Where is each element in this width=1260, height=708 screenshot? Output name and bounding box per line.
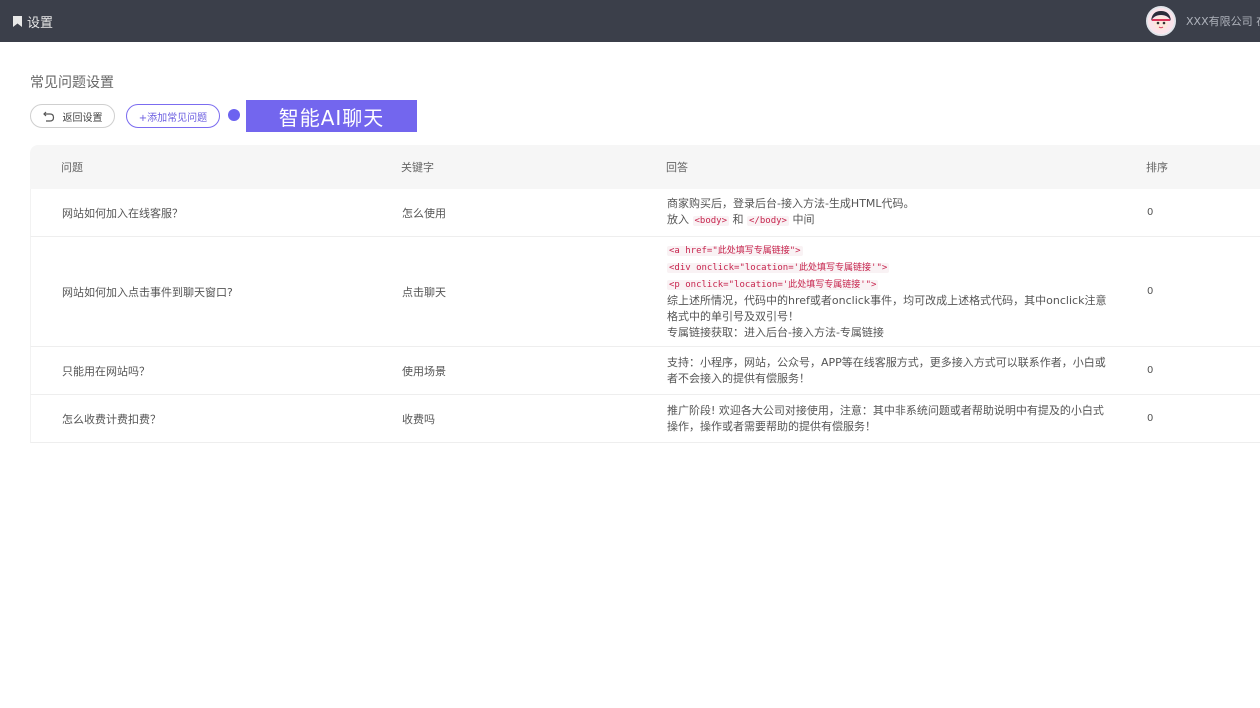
sort-cell: 0	[1147, 365, 1154, 376]
bookmark-icon	[13, 16, 22, 27]
faq-table: 问题 关键字 回答 排序 网站如何加入在线客服？ 怎么使用 商家购买后，登录后台…	[30, 145, 1260, 443]
status-dot	[228, 109, 240, 121]
code-snippet: <body>	[692, 216, 730, 226]
column-header-sort: 排序	[1146, 161, 1168, 174]
question-cell: 只能用在网站吗？	[62, 364, 150, 378]
column-header-keyword: 关键字	[401, 161, 434, 174]
column-header-question: 问题	[61, 161, 83, 174]
question-cell: 怎么收费计费扣费？	[62, 412, 161, 426]
table-row[interactable]: 只能用在网站吗？ 使用场景 支持：小程序，网站，公众号，APP等在线客服方式，更…	[30, 347, 1260, 395]
avatar-icon[interactable]	[1146, 6, 1176, 36]
answer-cell: 商家购买后，登录后台-接入方法-生成HTML代码。 放入 <body> 和 </…	[667, 189, 1112, 236]
answer-cell: 推广阶段! 欢迎各大公司对接使用，注意：其中非系统问题或者帮助说明中有提及的小白…	[667, 395, 1112, 442]
top-bar: 设置 XXX有限公司 在	[0, 0, 1260, 42]
add-faq-button[interactable]: +添加常见问题	[126, 104, 220, 128]
answer-text: 中间	[792, 213, 815, 226]
answer-text: 专属链接获取：进入后台-接入方法-专属链接	[667, 326, 884, 339]
answer-cell: <a href="此处填写专属链接"> <div onclick="locati…	[667, 237, 1112, 346]
code-snippet: <p onclick="location='此处填写专属链接'">	[667, 280, 879, 290]
header-title-group[interactable]: 设置	[13, 12, 53, 31]
answer-text: 和	[732, 213, 744, 226]
sort-cell: 0	[1147, 413, 1154, 424]
company-name: XXX有限公司 在	[1186, 15, 1260, 28]
keyword-cell: 怎么使用	[402, 206, 446, 220]
header-title: 设置	[27, 16, 54, 31]
answer-text: 支持：小程序，网站，公众号，APP等在线客服方式，更多接入方式可以联系作者，小白…	[667, 355, 1106, 385]
answer-text: 推广阶段! 欢迎各大公司对接使用，注意：其中非系统问题或者帮助说明中有提及的小白…	[667, 403, 1104, 433]
question-cell: 网站如何加入在线客服？	[62, 206, 183, 220]
answer-cell: 支持：小程序，网站，公众号，APP等在线客服方式，更多接入方式可以联系作者，小白…	[667, 347, 1112, 394]
code-snippet: <a href="此处填写专属链接">	[667, 246, 803, 256]
undo-icon	[42, 111, 54, 122]
table-row[interactable]: 网站如何加入在线客服？ 怎么使用 商家购买后，登录后台-接入方法-生成HTML代…	[30, 189, 1260, 237]
code-snippet: </body>	[747, 216, 789, 226]
table-row[interactable]: 怎么收费计费扣费？ 收费吗 推广阶段! 欢迎各大公司对接使用，注意：其中非系统问…	[30, 395, 1260, 443]
code-snippet: <div onclick="location='此处填写专属链接'">	[667, 263, 890, 273]
answer-text: 商家购买后，登录后台-接入方法-生成HTML代码。	[667, 197, 915, 210]
keyword-cell: 使用场景	[402, 364, 446, 378]
page-title: 常见问题设置	[30, 75, 114, 91]
ai-chat-banner[interactable]: 智能AI聊天	[246, 100, 417, 132]
table-header: 问题 关键字 回答 排序	[30, 145, 1260, 189]
keyword-cell: 收费吗	[402, 412, 435, 426]
sort-cell: 0	[1147, 286, 1154, 297]
keyword-cell: 点击聊天	[402, 285, 446, 299]
sort-cell: 0	[1147, 207, 1154, 218]
question-cell: 网站如何加入点击事件到聊天窗口?	[62, 285, 233, 299]
answer-text: 综上述所情况，代码中的href或者onclick事件，均可改成上述格式代码，其中…	[667, 294, 1107, 323]
back-button[interactable]: 返回设置	[30, 104, 115, 128]
table-row[interactable]: 网站如何加入点击事件到聊天窗口? 点击聊天 <a href="此处填写专属链接"…	[30, 237, 1260, 347]
user-area[interactable]: XXX有限公司 在	[1146, 6, 1260, 36]
back-button-label: 返回设置	[62, 112, 103, 124]
column-header-answer: 回答	[666, 161, 688, 174]
answer-text: 放入	[667, 213, 689, 226]
